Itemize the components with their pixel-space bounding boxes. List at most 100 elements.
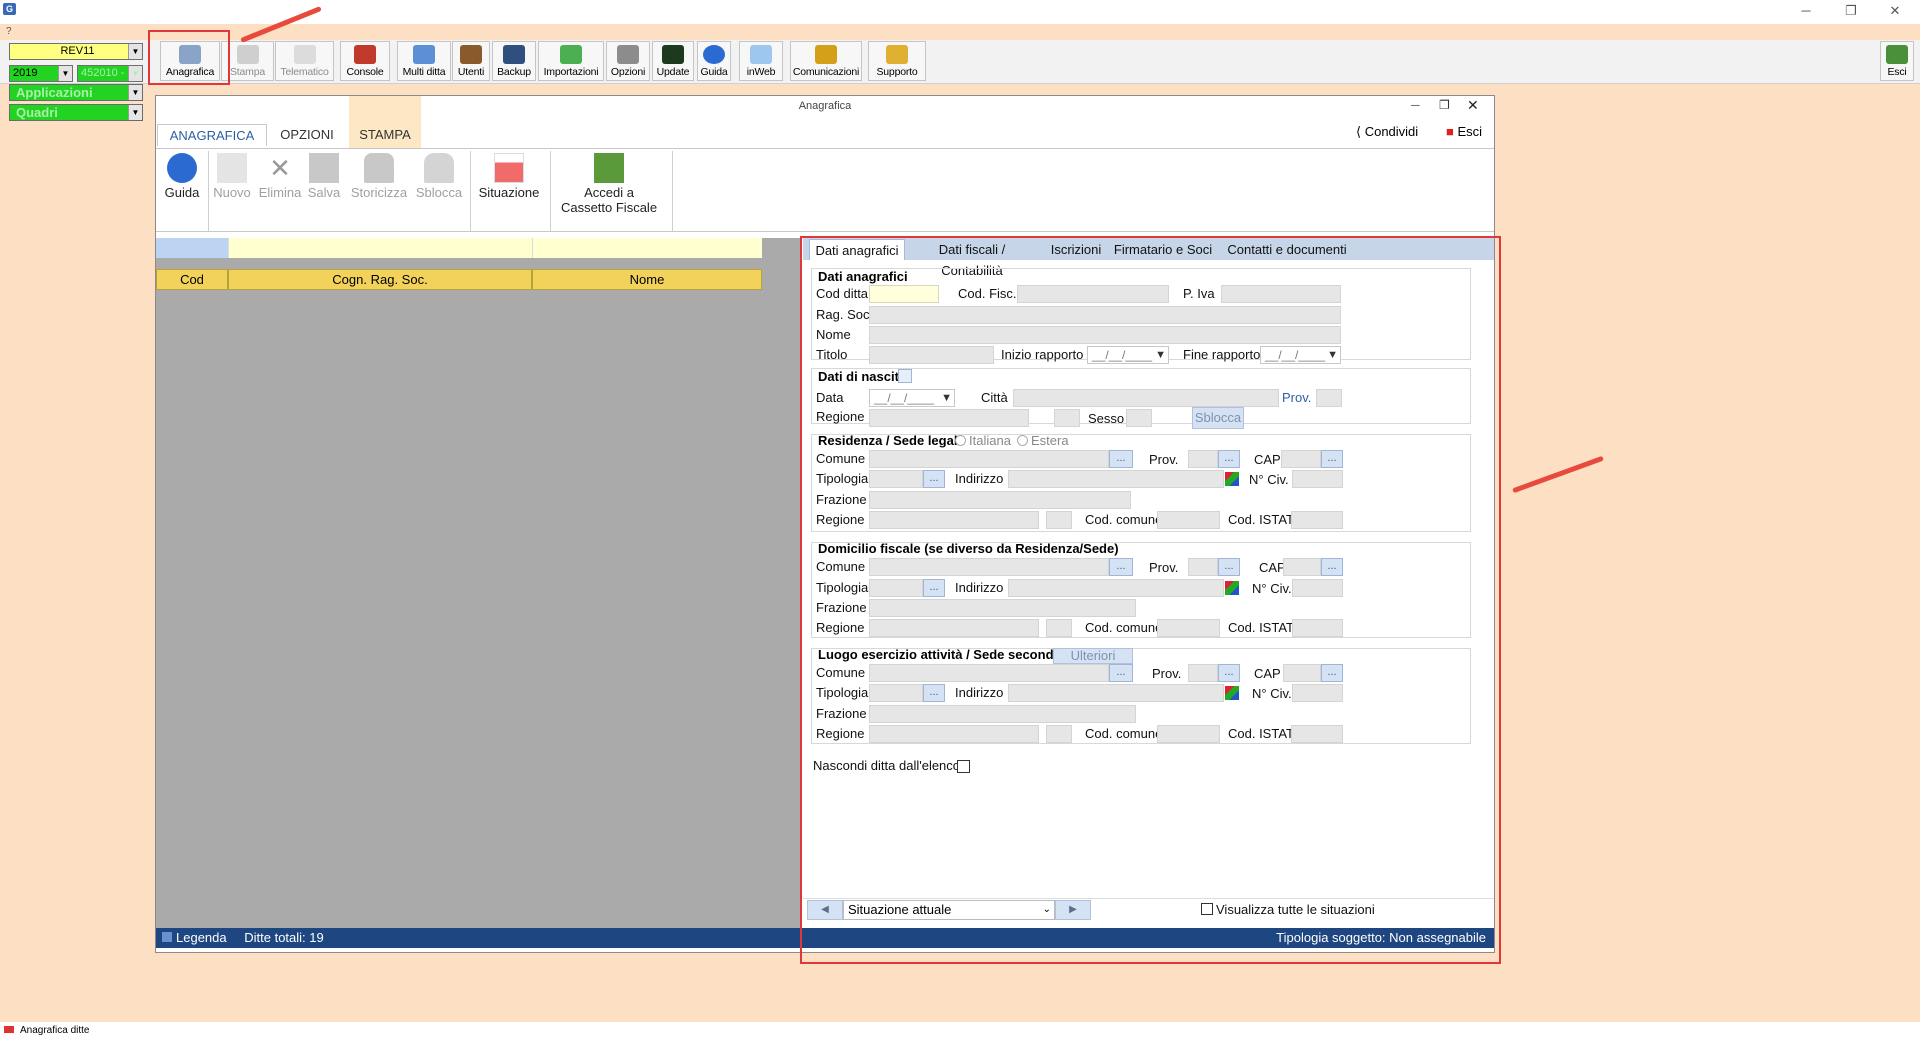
column-header-nome[interactable]: Nome (532, 269, 762, 290)
toolbar-button-label: Guida (700, 66, 728, 78)
divider (550, 151, 551, 231)
year-select[interactable]: 2019 ▼ (9, 65, 73, 82)
delete-icon: ✕ (269, 153, 291, 183)
toolbar-button-label: Stampa (230, 66, 265, 78)
toolbar-inweb-button[interactable]: inWeb (739, 41, 783, 81)
ribbon-button-label: Elimina (258, 185, 302, 200)
cassetto-fiscale-icon (594, 153, 624, 183)
column-header-cod[interactable]: Cod (156, 269, 228, 290)
annotation-arrow (1512, 455, 1604, 494)
legenda-link[interactable]: Legenda (176, 930, 227, 945)
filter-cod-input[interactable] (156, 238, 228, 258)
backup-icon (503, 45, 525, 64)
applicazioni-select[interactable]: Applicazioni ▼ (9, 84, 143, 101)
toolbar-button-label: Update (656, 66, 690, 78)
ribbon-button-label: Nuovo (213, 185, 251, 200)
toolbar-button-label: Console (346, 66, 384, 78)
save-icon (309, 153, 339, 183)
app-logo-icon: G (3, 3, 16, 15)
tab-stampa[interactable]: STAMPA (349, 96, 421, 148)
close-button[interactable]: ✕ (1880, 2, 1910, 20)
toolbar-telematico-button[interactable]: Telematico (275, 41, 334, 81)
legend-icon (162, 932, 172, 942)
toolbar-guida-button[interactable]: Guida (697, 41, 731, 81)
minimize-button[interactable]: ─ (1791, 2, 1821, 20)
code-select[interactable]: 452010 - ▼ (77, 65, 143, 82)
toolbar-backup-button[interactable]: Backup (492, 41, 536, 81)
chevron-down-icon: ▼ (128, 44, 142, 59)
help-icon (167, 153, 197, 183)
quadri-select[interactable]: Quadri ▼ (9, 104, 143, 121)
toolbar-button-label: Utenti (457, 66, 485, 78)
network-icon (413, 45, 435, 64)
telematico-icon (293, 45, 316, 64)
ribbon-tabs: ANAGRAFICA OPZIONI STAMPA ⟨ Condividi ■ … (156, 96, 1494, 148)
highlight-box (148, 30, 230, 85)
ribbon-toolbar: Guida Nuovo ✕ Elimina Salva Storicizza Sb… (156, 148, 1494, 232)
app-status-bar: Anagrafica ditte (0, 1022, 1920, 1040)
printer-icon (236, 45, 259, 64)
salva-button[interactable]: Salva (306, 153, 342, 200)
ribbon-button-label: Sblocca (415, 185, 463, 200)
share-icon: ⟨ (1356, 124, 1362, 139)
filter-ragsoc-input[interactable] (228, 238, 532, 258)
chevron-down-icon: ▼ (58, 66, 72, 81)
help-icon (703, 45, 725, 64)
toolbar-esci-button[interactable]: Esci (1880, 41, 1914, 81)
monitor-icon (662, 45, 684, 64)
toolbar-multiditta-button[interactable]: Multi ditta (397, 41, 451, 81)
ribbon-button-label: Accedi a (584, 185, 634, 200)
tab-opzioni[interactable]: OPZIONI (271, 124, 343, 146)
mail-icon (815, 45, 837, 64)
condividi-button[interactable]: ⟨ Condividi (1356, 124, 1418, 140)
ditte-list-pane: Cod Cogn. Rag. Soc. Nome (156, 238, 801, 938)
app-status-icon (4, 1026, 14, 1033)
filter-row (156, 238, 801, 258)
toolbar-supporto-button[interactable]: Supporto (868, 41, 926, 81)
toolbar-console-button[interactable]: Console (340, 41, 390, 81)
toolbar-opzioni-button[interactable]: Opzioni (606, 41, 650, 81)
grid-header: Cod Cogn. Rag. Soc. Nome (156, 269, 801, 290)
exit-icon (1886, 45, 1908, 64)
filter-nome-input[interactable] (532, 238, 762, 258)
ditte-totali: Ditte totali: 19 (244, 930, 324, 945)
storicizza-button[interactable]: Storicizza (348, 153, 410, 200)
chevron-down-icon: ▼ (128, 66, 142, 81)
divider (672, 151, 673, 231)
toolbar-button-label: Backup (497, 66, 531, 78)
divider (208, 151, 209, 231)
column-header-ragsoc[interactable]: Cogn. Rag. Soc. (228, 269, 532, 290)
cassetto-fiscale-button[interactable]: Accedi a Cassetto Fiscale (554, 153, 664, 215)
situazione-button[interactable]: Situazione (474, 153, 544, 200)
toolbar-comunicazioni-button[interactable]: Comunicazioni (790, 41, 862, 81)
revision-value: REV11 (60, 45, 95, 57)
restore-button[interactable]: ❐ (1836, 2, 1866, 20)
toolbar-button-label: Opzioni (610, 66, 646, 78)
esci-button[interactable]: ■ Esci (1446, 124, 1482, 139)
esci-label: Esci (1457, 124, 1483, 139)
year-value: 2019 (13, 67, 38, 79)
new-document-icon (217, 153, 247, 183)
toolbar-update-button[interactable]: Update (652, 41, 694, 81)
highlight-box (800, 236, 1501, 964)
app-status-text: Anagrafica ditte (20, 1025, 90, 1036)
guida-button[interactable]: Guida (162, 153, 202, 200)
toolbar-button-label: Multi ditta (402, 66, 446, 78)
ribbon-button-label: Storicizza (350, 185, 408, 200)
nuovo-button[interactable]: Nuovo (212, 153, 252, 200)
revision-select[interactable]: REV11 ▼ (9, 43, 143, 60)
unlock-icon (424, 153, 454, 183)
wrench-icon (617, 45, 639, 64)
toolbar-button-label: Importazioni (543, 66, 599, 78)
quadri-label: Quadri (16, 105, 58, 120)
exit-icon: ■ (1446, 124, 1454, 139)
support-icon (886, 45, 908, 64)
download-icon (560, 45, 582, 64)
toolbar-importazioni-button[interactable]: Importazioni (538, 41, 604, 81)
tab-anagrafica[interactable]: ANAGRAFICA (157, 124, 267, 146)
help-menu[interactable]: ? (6, 26, 12, 37)
toolbar-utenti-button[interactable]: Utenti (452, 41, 490, 81)
elimina-button[interactable]: ✕ Elimina (258, 153, 302, 200)
ribbon-button-label: Cassetto Fiscale (560, 200, 658, 215)
sblocca-button[interactable]: Sblocca (414, 153, 464, 200)
